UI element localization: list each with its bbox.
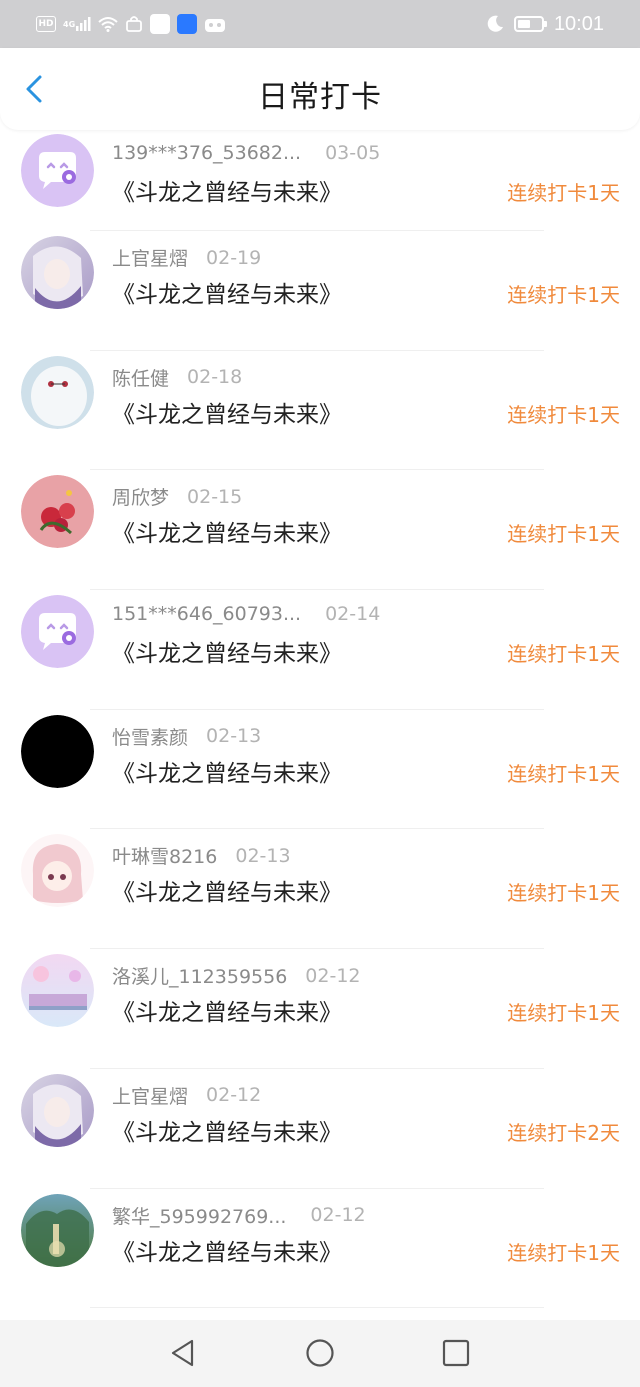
list-item[interactable]: 上官星熠 02-19 《斗龙之曾经与未来》 连续打卡1天 — [0, 231, 640, 351]
item-meta: 上官星熠 02-12 — [112, 1082, 261, 1109]
book-title: 《斗龙之曾经与未来》 — [112, 880, 342, 907]
triangle-back-icon — [171, 1339, 194, 1367]
status-bar-left-icons: HD 4G — [36, 12, 226, 36]
avatar[interactable] — [21, 954, 94, 1028]
avatar[interactable] — [21, 475, 94, 549]
avatar[interactable] — [21, 236, 94, 309]
checkin-date: 02-12 — [310, 1204, 366, 1226]
streak-label: 连续打卡1天 — [507, 402, 620, 427]
avatar[interactable] — [21, 1193, 94, 1267]
streak-label: 连续打卡1天 — [507, 1240, 620, 1265]
streak-label: 连续打卡2天 — [507, 1120, 620, 1145]
item-meta: 周欣梦 02-15 — [112, 483, 242, 510]
avatar[interactable] — [21, 1073, 94, 1147]
list-item[interactable]: 139***376_53682... 03-05 《斗龙之曾经与未来》 连续打卡1天 — [0, 130, 640, 231]
streak-label: 连续打卡1天 — [507, 761, 620, 786]
avatar[interactable] — [21, 834, 94, 908]
status-bar: HD 4G 10:01 — [0, 0, 640, 48]
item-meta: 洛溪儿_112359556 02-12 — [112, 962, 361, 989]
checkin-list: 139***376_53682... 03-05 《斗龙之曾经与未来》 连续打卡1天上… — [0, 130, 640, 1308]
list-item[interactable]: 周欣梦 02-15 《斗龙之曾经与未来》 连续打卡1天 — [0, 470, 640, 590]
book-title: 《斗龙之曾经与未来》 — [112, 1000, 342, 1027]
user-name: 周欣梦 — [112, 487, 170, 510]
nav-recents-button[interactable] — [441, 1338, 471, 1368]
system-nav-bar — [0, 1320, 640, 1387]
book-title: 《斗龙之曾经与未来》 — [112, 521, 342, 548]
checkin-date: 02-14 — [325, 603, 381, 626]
avatar[interactable] — [21, 714, 94, 788]
moon-icon — [486, 15, 504, 33]
user-name: 洛溪儿_112359556 — [112, 966, 288, 989]
streak-label: 连续打卡1天 — [507, 1001, 620, 1026]
item-meta: 怡雪素颜 02-13 — [112, 723, 261, 750]
bulb-icon — [177, 14, 198, 34]
net-label: 4G — [63, 19, 76, 29]
avatar[interactable] — [21, 595, 94, 669]
4g-signal-icon: 4G — [63, 15, 91, 33]
list-item[interactable]: 陈任健 02-18 《斗龙之曾经与未来》 连续打卡1天 — [0, 351, 640, 471]
game-icon — [204, 15, 226, 33]
status-time: 10:01 — [553, 12, 604, 35]
list-item[interactable]: 叶琳雪8216 02-13 《斗龙之曾经与未来》 连续打卡1天 — [0, 829, 640, 949]
checkin-date: 02-13 — [235, 844, 291, 867]
square-recents-icon — [442, 1339, 470, 1367]
list-item[interactable]: 151***646_60793... 02-14 《斗龙之曾经与未来》 连续打卡1天 — [0, 590, 640, 710]
user-name: 139***376_53682... — [112, 142, 302, 164]
battery-icon — [513, 16, 547, 32]
page-title: 日常打卡 — [258, 80, 382, 115]
status-bar-right-icons: 10:01 — [486, 12, 604, 36]
streak-label: 连续打卡1天 — [507, 522, 620, 547]
item-meta: 139***376_53682... 03-05 — [112, 142, 380, 164]
checkin-date: 02-13 — [206, 725, 262, 748]
hd-icon: HD — [36, 16, 56, 32]
bag-icon — [125, 15, 143, 33]
streak-label: 连续打卡1天 — [507, 642, 620, 667]
book-title: 《斗龙之曾经与未来》 — [112, 641, 342, 668]
book-title: 《斗龙之曾经与未来》 — [112, 1239, 342, 1266]
book-title: 《斗龙之曾经与未来》 — [112, 401, 342, 428]
item-meta: 繁华_595992769... 02-12 — [112, 1202, 366, 1229]
streak-label: 连续打卡1天 — [507, 881, 620, 906]
checkin-date: 02-12 — [305, 964, 361, 987]
book-title: 《斗龙之曾经与未来》 — [112, 282, 342, 308]
avatar[interactable] — [21, 134, 94, 207]
nav-home-button[interactable] — [305, 1338, 335, 1368]
item-meta: 上官星熠 02-19 — [112, 244, 261, 271]
book-title: 《斗龙之曾经与未来》 — [112, 180, 342, 206]
checkin-date: 02-19 — [206, 246, 262, 269]
app-icon — [150, 14, 171, 34]
book-title: 《斗龙之曾经与未来》 — [112, 760, 342, 787]
avatar[interactable] — [21, 355, 94, 429]
item-meta: 叶琳雪8216 02-13 — [112, 842, 291, 869]
user-name: 繁华_595992769... — [112, 1205, 287, 1228]
checkin-date: 02-12 — [206, 1084, 262, 1107]
user-name: 叶琳雪8216 — [112, 846, 218, 869]
list-item[interactable]: 洛溪儿_112359556 02-12 《斗龙之曾经与未来》 连续打卡1天 — [0, 949, 640, 1069]
user-name: 上官星熠 — [112, 1085, 189, 1108]
user-name: 陈任健 — [112, 367, 170, 390]
checkin-date: 02-15 — [187, 485, 243, 508]
checkin-date: 03-05 — [325, 142, 381, 164]
user-name: 上官星熠 — [112, 248, 189, 270]
item-meta: 151***646_60793... 02-14 — [112, 603, 380, 625]
user-name: 151***646_60793... — [112, 603, 302, 626]
checkin-date: 02-18 — [187, 366, 243, 389]
item-meta: 陈任健 02-18 — [112, 364, 242, 391]
user-name: 怡雪素颜 — [112, 726, 189, 749]
wifi-icon — [98, 15, 118, 33]
list-item[interactable]: 繁华_595992769... 02-12 《斗龙之曾经与未来》 连续打卡1天 — [0, 1189, 640, 1309]
streak-label: 连续打卡1天 — [507, 283, 620, 307]
app-header: 日常打卡 — [0, 48, 640, 130]
circle-home-icon — [306, 1339, 334, 1367]
list-item[interactable]: 怡雪素颜 02-13 《斗龙之曾经与未来》 连续打卡1天 — [0, 710, 640, 830]
streak-label: 连续打卡1天 — [507, 181, 620, 205]
list-item[interactable]: 上官星熠 02-12 《斗龙之曾经与未来》 连续打卡2天 — [0, 1069, 640, 1189]
nav-back-button[interactable] — [168, 1338, 198, 1368]
book-title: 《斗龙之曾经与未来》 — [112, 1119, 342, 1146]
